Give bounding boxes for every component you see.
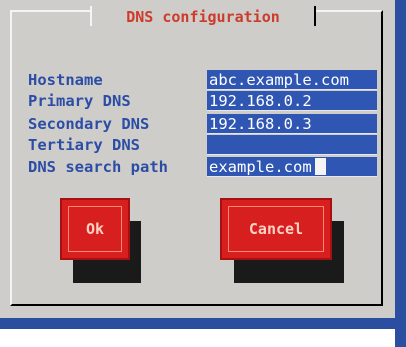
dns-configuration-dialog: DNS configuration Hostname abc.example.c… (0, 0, 395, 318)
dns-search-path-value: example.com (209, 158, 312, 176)
tertiary-dns-label: Tertiary DNS (28, 136, 140, 154)
hostname-label: Hostname (28, 71, 103, 89)
terminal-backdrop-right (395, 0, 406, 347)
secondary-dns-label: Secondary DNS (28, 115, 150, 133)
text-cursor (314, 158, 326, 175)
title-bracket-left (90, 6, 92, 26)
title-bracket-right (314, 6, 316, 26)
secondary-dns-field[interactable]: 192.168.0.3 (207, 114, 377, 134)
dns-search-path-label: DNS search path (28, 158, 168, 176)
cancel-button-label: Cancel (228, 206, 324, 252)
primary-dns-label: Primary DNS (28, 92, 131, 110)
ok-button[interactable]: Ok (60, 198, 130, 260)
cancel-button[interactable]: Cancel (220, 198, 332, 260)
primary-dns-field[interactable]: 192.168.0.2 (207, 91, 377, 111)
hostname-field[interactable]: abc.example.com (207, 70, 377, 90)
tertiary-dns-field[interactable] (207, 135, 377, 155)
dialog-title: DNS configuration (126, 8, 280, 26)
ok-button-label: Ok (68, 206, 122, 252)
terminal-backdrop-bottom (0, 318, 406, 329)
dns-search-path-field[interactable]: example.com (207, 157, 377, 177)
